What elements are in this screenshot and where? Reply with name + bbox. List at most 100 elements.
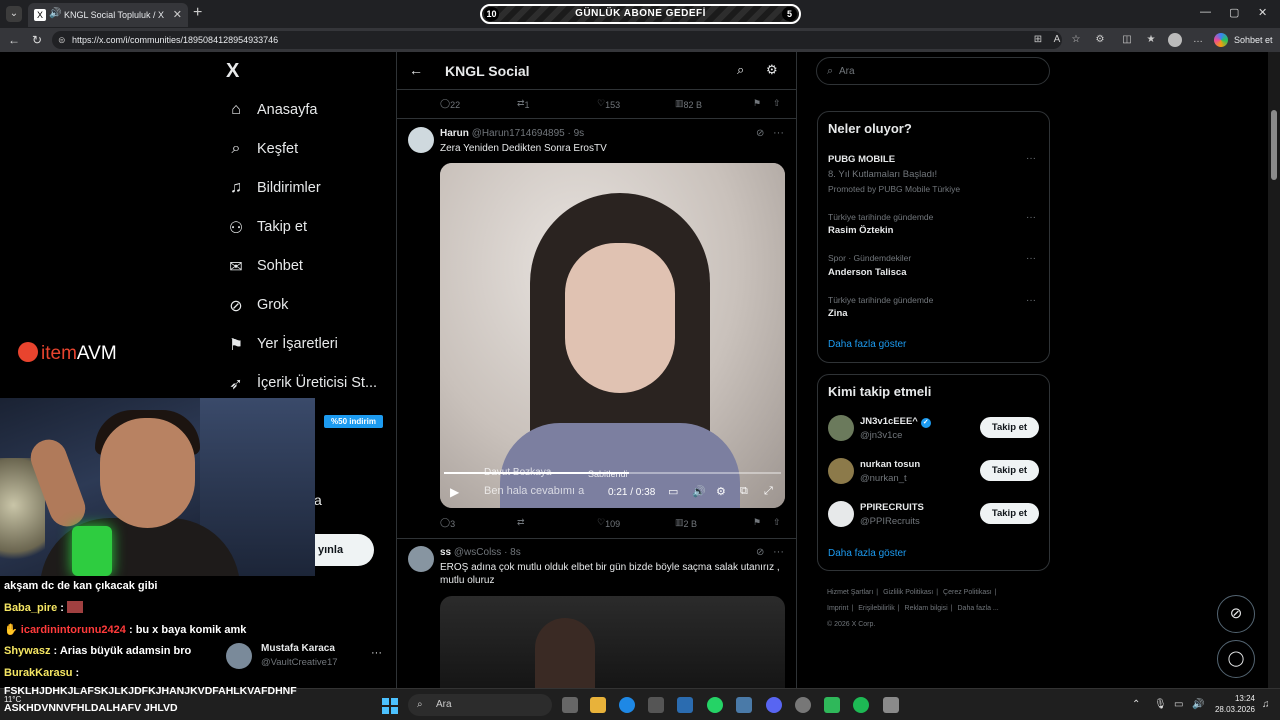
task-view-icon[interactable] <box>562 697 578 713</box>
show-more-link[interactable]: Daha fazla göster <box>828 339 906 350</box>
captions-icon[interactable]: ▭ <box>668 485 678 498</box>
edge-browser-icon[interactable] <box>619 697 635 713</box>
spotify-icon[interactable] <box>853 697 869 713</box>
more-options-icon[interactable]: ··· <box>371 647 382 659</box>
promo-badge[interactable]: %50 indirim <box>324 415 383 428</box>
copilot-button[interactable]: Sohbet et <box>1214 32 1273 48</box>
windows-start-icon[interactable] <box>382 698 398 714</box>
calculator-icon[interactable] <box>648 697 664 713</box>
more-options-icon[interactable]: ··· <box>1026 253 1036 264</box>
trend-name[interactable]: PUBG MOBILE <box>828 154 895 165</box>
notification-bell-icon[interactable]: ♫ <box>1262 699 1270 710</box>
tab-close-icon[interactable]: ✕ <box>173 8 182 21</box>
suggestion-name[interactable]: JN3v1cEEE^ ✓ <box>860 416 931 428</box>
more-options-icon[interactable]: ··· <box>1026 153 1036 164</box>
share-icon[interactable]: ⇧ <box>773 98 781 109</box>
footer-link[interactable]: Çerez Politikası <box>943 589 992 596</box>
app-available-icon[interactable]: ⊞ <box>1032 34 1044 46</box>
split-screen-icon[interactable]: ◫ <box>1121 34 1133 46</box>
video-player[interactable]: Davut Bozkaya Sabitlendi Ben hala cevabı… <box>440 163 785 508</box>
back-arrow-icon[interactable]: ← <box>409 62 423 78</box>
follow-button[interactable]: Takip et <box>980 417 1039 438</box>
video-settings-icon[interactable]: ⚙ <box>716 485 726 498</box>
file-explorer-icon[interactable] <box>590 697 606 713</box>
favorites-icon[interactable]: ★ <box>1145 34 1157 46</box>
avatar[interactable] <box>828 458 854 484</box>
footer-link[interactable]: Reklam bilgisi <box>905 605 948 612</box>
more-options-icon[interactable]: ··· <box>1026 295 1036 306</box>
post-button[interactable]: yınla <box>315 534 374 566</box>
search-icon[interactable]: ⌕ <box>737 62 744 78</box>
x-logo-icon[interactable]: X <box>226 60 239 83</box>
like-button[interactable]: ♡ 153 <box>597 98 620 110</box>
tab-actions-menu-button[interactable]: ⌄ <box>6 6 22 22</box>
microphone-icon[interactable]: 🎙 <box>1154 699 1167 710</box>
video-progress-bar[interactable] <box>444 472 781 474</box>
favorite-star-icon[interactable]: ☆ <box>1070 34 1082 46</box>
reply-button[interactable]: ◯ 22 <box>440 98 460 110</box>
whatsapp-icon[interactable] <box>707 697 723 713</box>
mail-app-icon[interactable] <box>677 697 693 713</box>
follow-button[interactable]: Takip et <box>980 503 1039 524</box>
reload-icon[interactable]: ↻ <box>32 33 42 47</box>
profile-avatar[interactable] <box>1168 33 1182 47</box>
avatar[interactable] <box>408 127 434 153</box>
more-options-icon[interactable]: … <box>1192 34 1204 46</box>
minimize-window-button[interactable]: — <box>1200 6 1211 18</box>
settings-icon[interactable] <box>883 697 899 713</box>
fullscreen-icon[interactable]: ⤢ <box>764 485 773 498</box>
like-button[interactable]: ♡ 109 <box>597 517 620 529</box>
footer-link[interactable]: Imprint <box>827 605 848 612</box>
share-icon[interactable]: ⇧ <box>773 517 781 528</box>
tweet-author[interactable]: ss @wsColss · 8s <box>440 547 521 558</box>
site-info-icon[interactable]: ⊜ <box>58 31 66 49</box>
volume-icon[interactable]: 🔊 <box>1192 699 1204 710</box>
close-window-button[interactable]: ✕ <box>1258 6 1267 19</box>
play-icon[interactable]: ▶ <box>450 485 459 499</box>
views-button[interactable]: ▥ 82 B <box>675 98 702 110</box>
suggestion-name[interactable]: nurkan tosun <box>860 459 920 470</box>
maximize-window-button[interactable]: ▢ <box>1229 6 1239 19</box>
taskbar-search-input[interactable]: ⌕ Ara <box>408 694 552 716</box>
extensions-icon[interactable]: ⚙ <box>1094 34 1106 46</box>
stream-app-icon[interactable] <box>824 697 840 713</box>
footer-link[interactable]: Hizmet Şartları <box>827 589 873 596</box>
tweet-author[interactable]: Harun @Harun1714694895 · 9s <box>440 128 584 139</box>
account-switcher[interactable]: Mustafa Karaca @VaultCreative17 ··· <box>226 641 396 671</box>
network-icon[interactable]: ▭ <box>1174 699 1183 710</box>
read-aloud-icon[interactable]: A <box>1051 34 1063 46</box>
discord-icon[interactable] <box>766 697 782 713</box>
speaker-icon[interactable]: 🔊 <box>49 8 61 19</box>
settings-gear-icon[interactable]: ⚙ <box>766 62 778 78</box>
trend-name[interactable]: Zina <box>828 308 848 319</box>
url-field[interactable]: ⊜ https://x.com/i/communities/1895084128… <box>52 31 1062 49</box>
search-input[interactable]: ⌕ Ara <box>816 57 1050 85</box>
browser-tab[interactable]: X 🔊 KNGL Social Topluluk / X ✕ <box>28 3 188 27</box>
steam-icon[interactable] <box>736 697 752 713</box>
suggestion-name[interactable]: PPIRECRUITS <box>860 502 924 513</box>
more-options-icon[interactable]: ··· <box>1026 212 1036 223</box>
repost-button[interactable]: ⇄ <box>517 517 525 528</box>
tray-chevron-icon[interactable]: ⌃ <box>1132 699 1140 710</box>
footer-link[interactable]: Erişilebilirlik <box>858 605 895 612</box>
avatar[interactable] <box>408 546 434 572</box>
avatar[interactable] <box>828 415 854 441</box>
trend-name[interactable]: Rasim Öztekin <box>828 225 893 236</box>
grok-icon[interactable]: ⊘ <box>756 547 764 558</box>
video-player[interactable] <box>440 596 785 688</box>
footer-link[interactable]: Gizlilik Politikası <box>883 589 933 596</box>
picture-in-picture-icon[interactable]: ⧉ <box>740 485 748 498</box>
views-button[interactable]: ▥ 2 B <box>675 517 697 529</box>
new-tab-button[interactable]: + <box>193 4 202 22</box>
app-icon[interactable] <box>795 697 811 713</box>
chat-fab-icon[interactable]: ◯ <box>1217 640 1255 678</box>
more-options-icon[interactable]: ··· <box>773 127 784 139</box>
follow-button[interactable]: Takip et <box>980 460 1039 481</box>
bookmark-icon[interactable]: ⚑ <box>753 98 761 109</box>
footer-link[interactable]: Daha fazla ... <box>958 605 999 612</box>
grok-icon[interactable]: ⊘ <box>756 128 764 139</box>
avatar[interactable] <box>828 501 854 527</box>
volume-icon[interactable]: 🔊 <box>692 485 706 498</box>
grok-fab-icon[interactable]: ⊘ <box>1217 595 1255 633</box>
trend-name[interactable]: Anderson Talisca <box>828 267 907 278</box>
